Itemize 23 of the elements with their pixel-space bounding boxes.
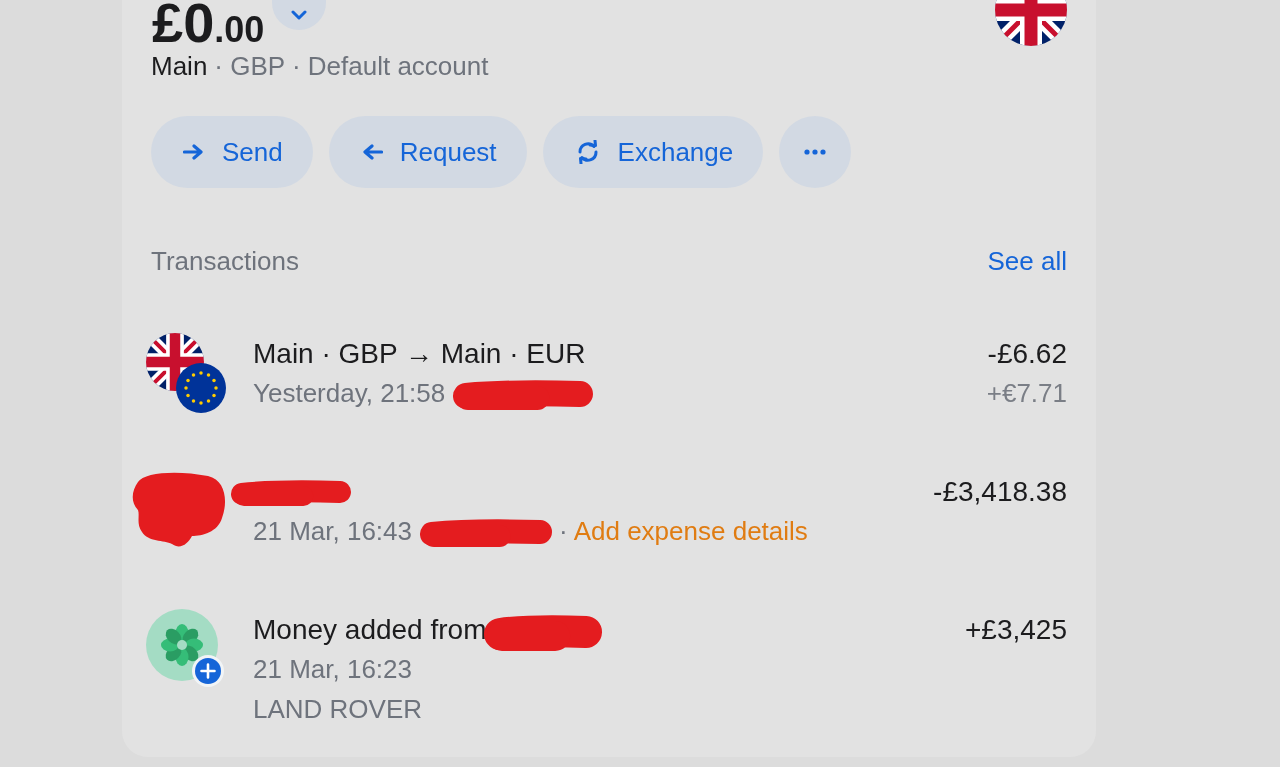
arrow-right-icon	[183, 144, 205, 160]
converted-amount: +€7.71	[986, 378, 1067, 408]
send-button[interactable]: Send	[151, 116, 313, 188]
request-button[interactable]: Request	[328, 116, 527, 188]
transaction-title: Money added from	[253, 615, 487, 645]
see-all-link[interactable]: See all	[987, 241, 1067, 281]
flower-with-plus-icon	[146, 609, 224, 687]
transaction-time: 21 Mar, 16:23	[253, 654, 412, 684]
uk-flag-icon	[995, 0, 1067, 46]
transaction-amount: -£6.62	[987, 339, 1067, 369]
currency-flags-icon	[146, 333, 226, 413]
account-name: Main	[151, 51, 208, 81]
chevron-down-icon	[291, 10, 308, 20]
exchange-button[interactable]: Exchange	[542, 116, 764, 188]
account-details: · GBP · Default account	[214, 51, 489, 81]
transaction-title: Main · GBP → Main · EUR	[253, 339, 586, 369]
transaction-note: LAND ROVER	[253, 694, 423, 724]
balance-amount: £0.00	[152, 0, 265, 53]
more-icon	[804, 149, 827, 155]
transaction-time: Yesterday, 21:58	[253, 378, 446, 408]
transaction-amount: +£3,425	[965, 615, 1067, 645]
account-dropdown-button[interactable]	[272, 0, 327, 30]
section-title: Transactions	[151, 244, 299, 278]
